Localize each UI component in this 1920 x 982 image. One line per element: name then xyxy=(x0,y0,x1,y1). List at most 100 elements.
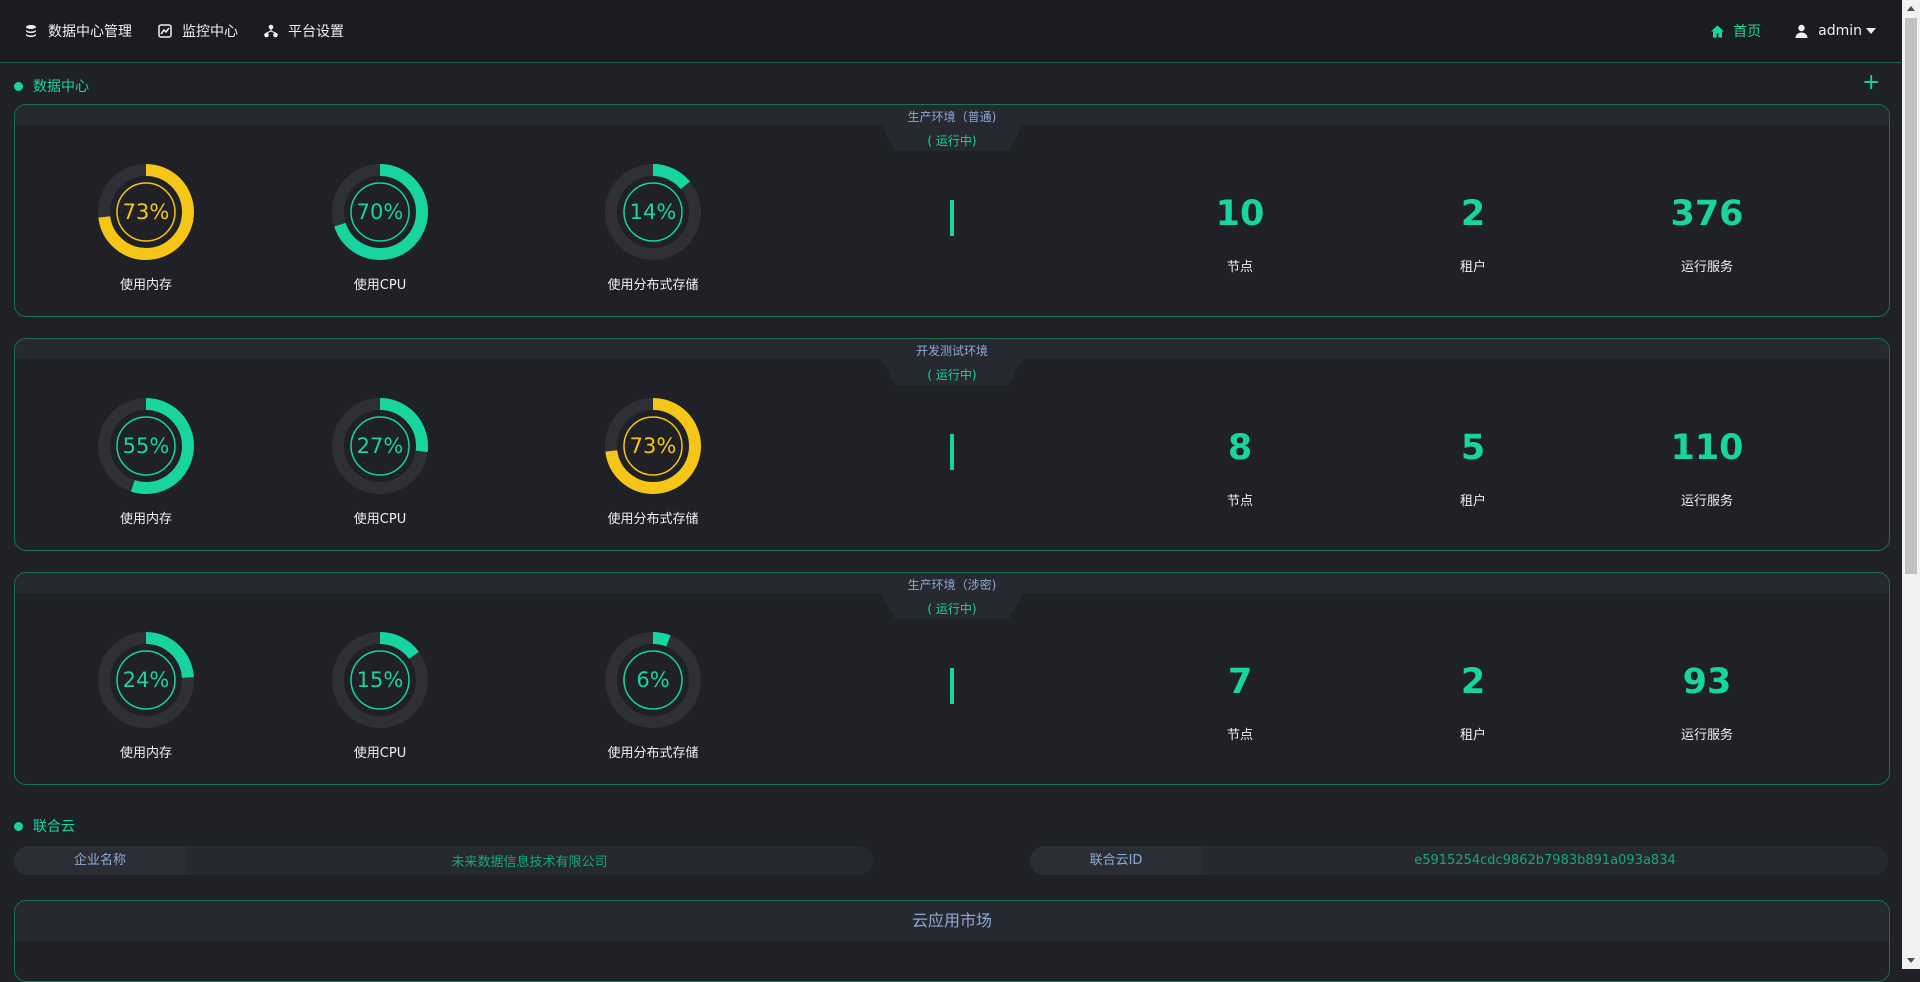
stats-divider xyxy=(950,434,954,470)
stat-value: 7 xyxy=(1227,662,1253,702)
gauge-percent-text: 73% xyxy=(630,434,677,458)
gauge-label: 使用分布式存储 xyxy=(607,512,699,527)
add-datacenter-button[interactable]: + xyxy=(1862,72,1880,94)
stat-label: 节点 xyxy=(1226,728,1253,743)
stat-label: 节点 xyxy=(1226,260,1253,275)
gauge-ring: 55% xyxy=(98,398,194,494)
gauge-label: 使用CPU xyxy=(353,746,407,761)
scroll-thumb[interactable] xyxy=(1905,18,1917,574)
stat-value: 110 xyxy=(1670,428,1744,468)
stat-value: 93 xyxy=(1682,662,1732,702)
app-market-card: 云应用市场 xyxy=(14,900,1890,982)
stat-value: 5 xyxy=(1460,428,1486,468)
stat-label: 运行服务 xyxy=(1680,728,1733,743)
environment-status: ( 运行中) xyxy=(927,368,977,382)
environment-card[interactable]: 生产环境（涉密) ( 运行中) 24% 使用内存 15% 使用CPU 6% 使用分… xyxy=(14,572,1890,785)
company-info-row: 企业名称 未来数据信息技术有限公司 xyxy=(14,846,873,875)
stat-label: 运行服务 xyxy=(1680,494,1733,509)
stat-label: 租户 xyxy=(1459,260,1486,275)
bullet-dot-icon xyxy=(14,821,23,831)
datacenter-section-title: 数据中心 xyxy=(14,76,89,96)
nav-item-label: 平台设置 xyxy=(288,24,344,40)
usage-gauge: 55% 使用内存 xyxy=(46,396,246,527)
usage-gauge: 6% 使用分布式存储 xyxy=(553,630,753,761)
environment-stat: 10 节点 xyxy=(1140,189,1340,275)
environment-name: 生产环境（涉密) xyxy=(907,578,997,592)
gauge-label: 使用分布式存储 xyxy=(607,278,699,293)
stat-label: 节点 xyxy=(1226,494,1253,509)
gauge-ring: 24% xyxy=(98,632,194,728)
gauge-ring: 73% xyxy=(98,164,194,260)
cloud-id-row: 联合云ID e5915254cdc9862b7983b891a093a834 xyxy=(1030,846,1888,875)
usage-gauge: 27% 使用CPU xyxy=(280,396,480,527)
database-icon xyxy=(26,25,36,37)
gauge-percent-text: 6% xyxy=(636,668,669,692)
environment-status: ( 运行中) xyxy=(927,134,977,148)
app-market-title: 云应用市场 xyxy=(15,901,1889,941)
gauge-ring: 6% xyxy=(605,632,701,728)
stat-value: 376 xyxy=(1670,194,1744,234)
home-link[interactable]: 首页 xyxy=(1710,21,1761,41)
environment-card[interactable]: 生产环境（普通)( 运行中) 73% 使用内存 70% 使用CPU 14% 使用… xyxy=(14,104,1890,317)
environment-stat: 5 租户 xyxy=(1373,423,1573,509)
nav-item-monitoring-center[interactable]: 监控中心 xyxy=(158,21,238,41)
usage-gauge: 24% 使用内存 xyxy=(46,630,246,761)
gauge-percent-text: 27% xyxy=(357,434,404,458)
bullet-dot-icon xyxy=(14,81,23,91)
gauge-percent-text: 55% xyxy=(123,434,170,458)
gauge-ring: 27% xyxy=(332,398,428,494)
gauge-ring: 15% xyxy=(332,632,428,728)
cloud-id-value: e5915254cdc9862b7983b891a093a834 xyxy=(1414,853,1676,868)
environment-status: ( 运行中) xyxy=(927,602,977,616)
environment-stat: 7 节点 xyxy=(1140,657,1340,743)
environment-card[interactable]: 开发测试环境 ( 运行中) 55% 使用内存 27% 使用CPU 73% 使用分布… xyxy=(14,338,1890,551)
gauge-label: 使用内存 xyxy=(119,512,172,527)
nav-item-label: 数据中心管理 xyxy=(48,24,132,40)
usage-gauge: 15% 使用CPU xyxy=(280,630,480,761)
gauge-label: 使用内存 xyxy=(119,278,172,293)
user-name: admin xyxy=(1818,23,1862,39)
nav-item-label: 监控中心 xyxy=(182,24,238,40)
sitemap-icon xyxy=(264,24,278,38)
stat-label: 租户 xyxy=(1459,728,1486,743)
nav-right-group: 首页 admin xyxy=(1710,21,1876,41)
environment-stat: 2 租户 xyxy=(1373,189,1573,275)
federation-section-title: 联合云 xyxy=(14,816,75,836)
gauge-percent-text: 73% xyxy=(123,200,170,224)
page-scrollbar[interactable] xyxy=(1902,0,1920,969)
gauge-label: 使用分布式存储 xyxy=(607,746,699,761)
usage-gauge: 73% 使用内存 xyxy=(46,162,246,293)
stat-value: 10 xyxy=(1215,194,1265,234)
environment-stat: 376 运行服务 xyxy=(1607,189,1807,275)
gauge-percent-text: 15% xyxy=(357,668,404,692)
gauge-percent-text: 24% xyxy=(123,668,170,692)
user-menu[interactable]: admin xyxy=(1795,23,1876,39)
section-title-text: 联合云 xyxy=(33,819,75,835)
company-name-value: 未来数据信息技术有限公司 xyxy=(451,855,608,870)
stat-label: 租户 xyxy=(1459,494,1486,509)
company-name-key: 企业名称 xyxy=(14,846,186,875)
environment-stat: 110 运行服务 xyxy=(1607,423,1807,509)
environment-stat: 93 运行服务 xyxy=(1607,657,1807,743)
stats-divider xyxy=(950,200,954,236)
stats-divider xyxy=(950,668,954,704)
user-icon xyxy=(1795,24,1808,38)
environment-name: 开发测试环境 xyxy=(915,344,988,358)
section-title-text: 数据中心 xyxy=(33,79,89,95)
chart-icon xyxy=(158,24,172,38)
gauge-ring: 14% xyxy=(605,164,701,260)
nav-item-platform-settings[interactable]: 平台设置 xyxy=(264,21,344,41)
nav-item-datacenter-management[interactable]: 数据中心管理 xyxy=(24,21,132,41)
stat-label: 运行服务 xyxy=(1680,260,1733,275)
gauge-ring: 73% xyxy=(605,398,701,494)
gauge-label: 使用CPU xyxy=(353,512,407,527)
home-icon xyxy=(1711,24,1725,38)
stat-value: 8 xyxy=(1227,428,1253,468)
gauge-label: 使用CPU xyxy=(353,278,407,293)
scroll-up-arrow-icon[interactable] xyxy=(1907,6,1915,11)
environment-stat: 2 租户 xyxy=(1373,657,1573,743)
scroll-down-arrow-icon[interactable] xyxy=(1907,958,1915,963)
chevron-down-icon xyxy=(1866,28,1876,34)
gauge-ring: 70% xyxy=(332,164,428,260)
usage-gauge: 73% 使用分布式存储 xyxy=(553,396,753,527)
